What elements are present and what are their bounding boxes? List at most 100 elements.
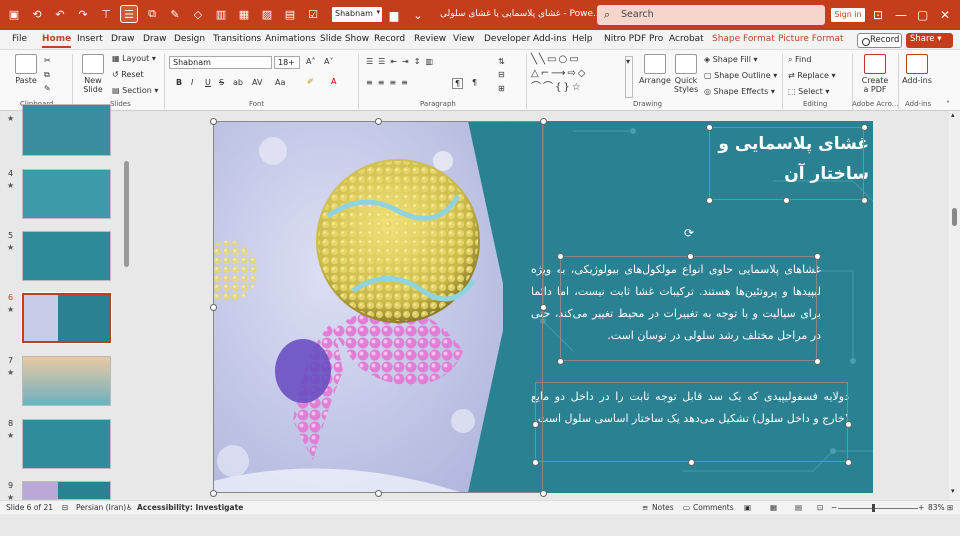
select-button[interactable]: ⬚ Select ▾ — [788, 87, 829, 96]
tab-insert[interactable]: Insert — [77, 34, 103, 44]
slideshow-view-icon[interactable]: ⊡ — [817, 503, 823, 512]
qat-font-box[interactable]: Shabnam ▾ — [332, 7, 382, 22]
more-icon[interactable]: ⌄ — [410, 7, 426, 23]
font-name-dropdown[interactable]: Shabnam — [169, 56, 272, 69]
picture-icon[interactable]: ▨ — [259, 6, 275, 22]
slide-thumbnail[interactable] — [22, 104, 111, 156]
thumbnail-row[interactable]: 6 ★ — [0, 292, 125, 348]
zoom-slider-thumb[interactable] — [872, 504, 875, 512]
slide-thumbnail[interactable] — [22, 481, 111, 500]
list-buttons[interactable]: ☰☰⇤⇥↕▥ — [366, 57, 438, 66]
accessibility-status[interactable]: Accessibility: Investigate — [137, 503, 243, 512]
tab-record[interactable]: Record — [374, 34, 405, 44]
section-button[interactable]: ▤ Section ▾ — [112, 86, 158, 95]
scrollbar-thumb[interactable] — [952, 208, 957, 226]
zoom-out-icon[interactable]: − — [831, 503, 837, 512]
tab-file[interactable]: File — [12, 34, 27, 44]
thumbnail-row[interactable]: 5 ★ — [0, 231, 125, 286]
find-button[interactable]: ⌕ Find — [788, 55, 811, 65]
shapes-more-icon[interactable]: ▾ — [625, 56, 633, 98]
picture-selection-box[interactable] — [213, 121, 543, 493]
resize-handle[interactable] — [375, 490, 382, 497]
grow-font-icon[interactable]: A˄ — [306, 57, 315, 66]
resize-handle[interactable] — [814, 358, 821, 365]
resize-handle[interactable] — [210, 118, 217, 125]
present-icon[interactable]: ⊤ — [98, 6, 114, 22]
record-button[interactable]: Record — [857, 33, 902, 48]
tab-shape-format[interactable]: Shape Format — [712, 34, 775, 44]
tab-draw[interactable]: Draw — [111, 34, 135, 44]
slide-sorter-icon[interactable]: ▦ — [770, 503, 777, 512]
tab-draw-2[interactable]: Draw — [143, 34, 167, 44]
tab-view[interactable]: View — [453, 34, 474, 44]
tab-design[interactable]: Design — [174, 34, 205, 44]
copy-icon[interactable]: ⧉ — [144, 6, 160, 22]
notes-button[interactable]: Notes — [652, 503, 674, 512]
tab-transitions[interactable]: Transitions — [213, 34, 261, 44]
table-icon[interactable]: ▦ — [236, 6, 252, 22]
resize-handle[interactable] — [540, 118, 547, 125]
scroll-up-icon[interactable]: ▴ — [951, 111, 955, 119]
reading-view-icon[interactable]: ▤ — [795, 503, 802, 512]
shape-effects-button[interactable]: ◎ Shape Effects ▾ — [704, 87, 775, 96]
font-color-ribbon-icon[interactable]: A — [331, 77, 336, 86]
tab-add-ins[interactable]: Add-ins — [533, 34, 567, 44]
resize-handle[interactable] — [861, 197, 868, 204]
paste-button[interactable]: Paste — [12, 54, 40, 85]
shapes-icon[interactable]: ◇ — [190, 6, 206, 22]
arrange-button[interactable]: Arrange — [638, 54, 672, 85]
collapse-ribbon-icon[interactable]: ˄ — [946, 100, 950, 109]
resize-handle[interactable] — [557, 253, 564, 260]
spacing-button[interactable]: AV — [252, 78, 262, 87]
shapes-gallery[interactable]: ╲╲▭○▭ △⌐⟶⇨◇ ⌒⌒{}☆ — [531, 53, 623, 99]
spelling-icon[interactable]: ⊟ — [62, 503, 68, 512]
shadow-button[interactable]: ab — [233, 78, 243, 87]
smartart-icon[interactable]: ⊞ — [498, 84, 505, 93]
resize-handle[interactable] — [783, 197, 790, 204]
resize-handle[interactable] — [540, 490, 547, 497]
tab-home[interactable]: Home — [42, 34, 72, 48]
font-color-icon[interactable]: ▆ — [386, 7, 402, 23]
thumbnail-row[interactable]: 7 ★ — [0, 356, 125, 411]
autosave-icon[interactable]: ⟲ — [29, 6, 45, 22]
rotate-handle-icon[interactable]: ⟳ — [684, 226, 694, 240]
save-icon[interactable]: ▣ — [6, 6, 22, 22]
tab-slide-show[interactable]: Slide Show — [320, 34, 369, 44]
resize-handle[interactable] — [688, 459, 695, 466]
resize-handle[interactable] — [210, 304, 217, 311]
sign-in-button[interactable]: Sign in — [831, 8, 865, 22]
shape-outline-button[interactable]: ▢ Shape Outline ▾ — [704, 71, 777, 80]
canvas-scrollbar[interactable]: ▴ ▾ — [949, 111, 960, 500]
comments-button[interactable]: Comments — [693, 503, 734, 512]
strikethrough-button[interactable]: S — [219, 78, 224, 87]
new-slide-button[interactable]: New Slide — [78, 54, 108, 94]
resize-handle[interactable] — [861, 124, 868, 131]
align-buttons[interactable]: ≡≡≡≡ — [366, 78, 413, 87]
resize-handle[interactable] — [210, 490, 217, 497]
shape-fill-button[interactable]: ◈ Shape Fill ▾ — [704, 55, 758, 64]
create-pdf-button[interactable]: Create a PDF — [858, 54, 892, 94]
scroll-down-icon[interactable]: ▾ — [951, 487, 955, 495]
layout-button[interactable]: ▦ Layout ▾ — [112, 54, 156, 63]
tab-animations[interactable]: Animations — [265, 34, 316, 44]
undo-icon[interactable]: ↶ — [52, 6, 68, 22]
shrink-font-icon[interactable]: A˅ — [324, 57, 333, 66]
replace-button[interactable]: ⇄ Replace ▾ — [788, 71, 835, 80]
resize-handle[interactable] — [845, 421, 852, 428]
slide-thumbnail[interactable] — [22, 231, 111, 281]
text-selection-box[interactable] — [560, 256, 817, 361]
align-text-icon[interactable]: ⊟ — [498, 70, 505, 79]
format-painter-ribbon-icon[interactable]: ✎ — [44, 84, 51, 93]
tab-help[interactable]: Help — [572, 34, 593, 44]
normal-view-icon[interactable]: ▣ — [744, 503, 751, 512]
copy-ribbon-icon[interactable]: ⧉ — [44, 70, 50, 80]
resize-handle[interactable] — [532, 459, 539, 466]
resize-handle[interactable] — [557, 358, 564, 365]
maximize-icon[interactable]: ▢ — [917, 8, 928, 22]
tab-acrobat[interactable]: Acrobat — [669, 34, 704, 44]
tab-picture-format[interactable]: Picture Format — [778, 34, 844, 44]
tab-nitro-pdf[interactable]: Nitro PDF Pro — [604, 34, 663, 44]
resize-handle[interactable] — [814, 253, 821, 260]
resize-handle[interactable] — [706, 124, 713, 131]
redo-icon[interactable]: ↷ — [75, 6, 91, 22]
